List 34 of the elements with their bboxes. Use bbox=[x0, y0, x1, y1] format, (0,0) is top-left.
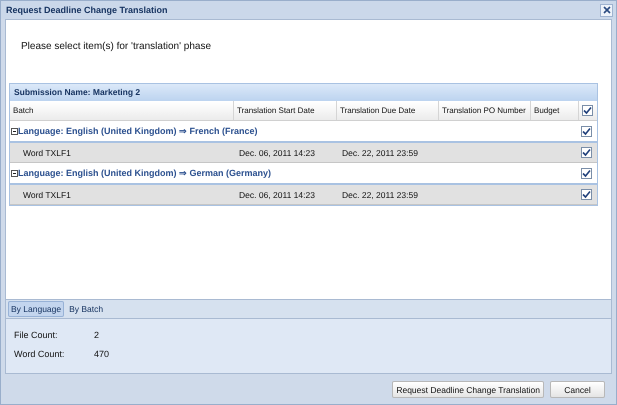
checkbox[interactable] bbox=[582, 105, 593, 116]
checkbox[interactable] bbox=[581, 189, 592, 200]
group-label: Language: English (United Kingdom) ⇒ French (France) bbox=[18, 126, 259, 136]
column-header[interactable]: Batch bbox=[10, 101, 234, 120]
grid-row[interactable]: Word TXLF1 Dec. 06, 2011 14:23 Dec. 22, 2011 23:59 bbox=[10, 185, 597, 205]
collapse-icon[interactable] bbox=[11, 170, 18, 176]
collapse-icon[interactable] bbox=[11, 128, 18, 134]
table-cell-text: Dec. 06, 2011 14:23 bbox=[238, 146, 316, 160]
column-header[interactable]: Translation Start Date bbox=[234, 101, 337, 120]
table-cell-text: Dec. 22, 2011 23:59 bbox=[341, 188, 419, 202]
grid-row[interactable]: Word TXLF1 Dec. 06, 2011 14:23 Dec. 22, 2011 23:59 bbox=[10, 143, 597, 163]
stat-value: 470 bbox=[94, 348, 110, 358]
close-icon[interactable] bbox=[600, 4, 613, 16]
column-header[interactable]: Budget bbox=[531, 101, 579, 120]
table-cell-text: Word TXLF1 bbox=[22, 188, 72, 202]
table-cell-text: Dec. 22, 2011 23:59 bbox=[341, 146, 419, 160]
stat-label: File Count: bbox=[14, 330, 59, 340]
tab[interactable]: By Language bbox=[8, 301, 64, 317]
stat-value: 2 bbox=[94, 330, 100, 340]
checkbox[interactable] bbox=[581, 168, 592, 178]
tab[interactable]: By Batch bbox=[67, 302, 106, 316]
group-label: Language: English (United Kingdom) ⇒ German (Germany) bbox=[18, 168, 272, 178]
column-header[interactable]: Translation Due Date bbox=[337, 101, 439, 120]
checkbox[interactable] bbox=[581, 126, 592, 136]
request-button[interactable]: Request Deadline Change Translation bbox=[392, 381, 544, 398]
checkbox[interactable] bbox=[581, 147, 592, 158]
column-header[interactable]: Translation PO Number bbox=[439, 101, 531, 120]
instruction-text: Please select item(s) for 'translation' phase bbox=[20, 40, 212, 54]
table-cell-text: Word TXLF1 bbox=[22, 146, 72, 160]
cancel-button[interactable]: Cancel bbox=[550, 381, 605, 398]
submission-header: Submission Name: Marketing 2 bbox=[10, 83, 597, 101]
table-cell-text: Dec. 06, 2011 14:23 bbox=[238, 188, 316, 202]
stat-label: Word Count: bbox=[14, 348, 66, 358]
window-title: Request Deadline Change Translation bbox=[6, 5, 168, 15]
